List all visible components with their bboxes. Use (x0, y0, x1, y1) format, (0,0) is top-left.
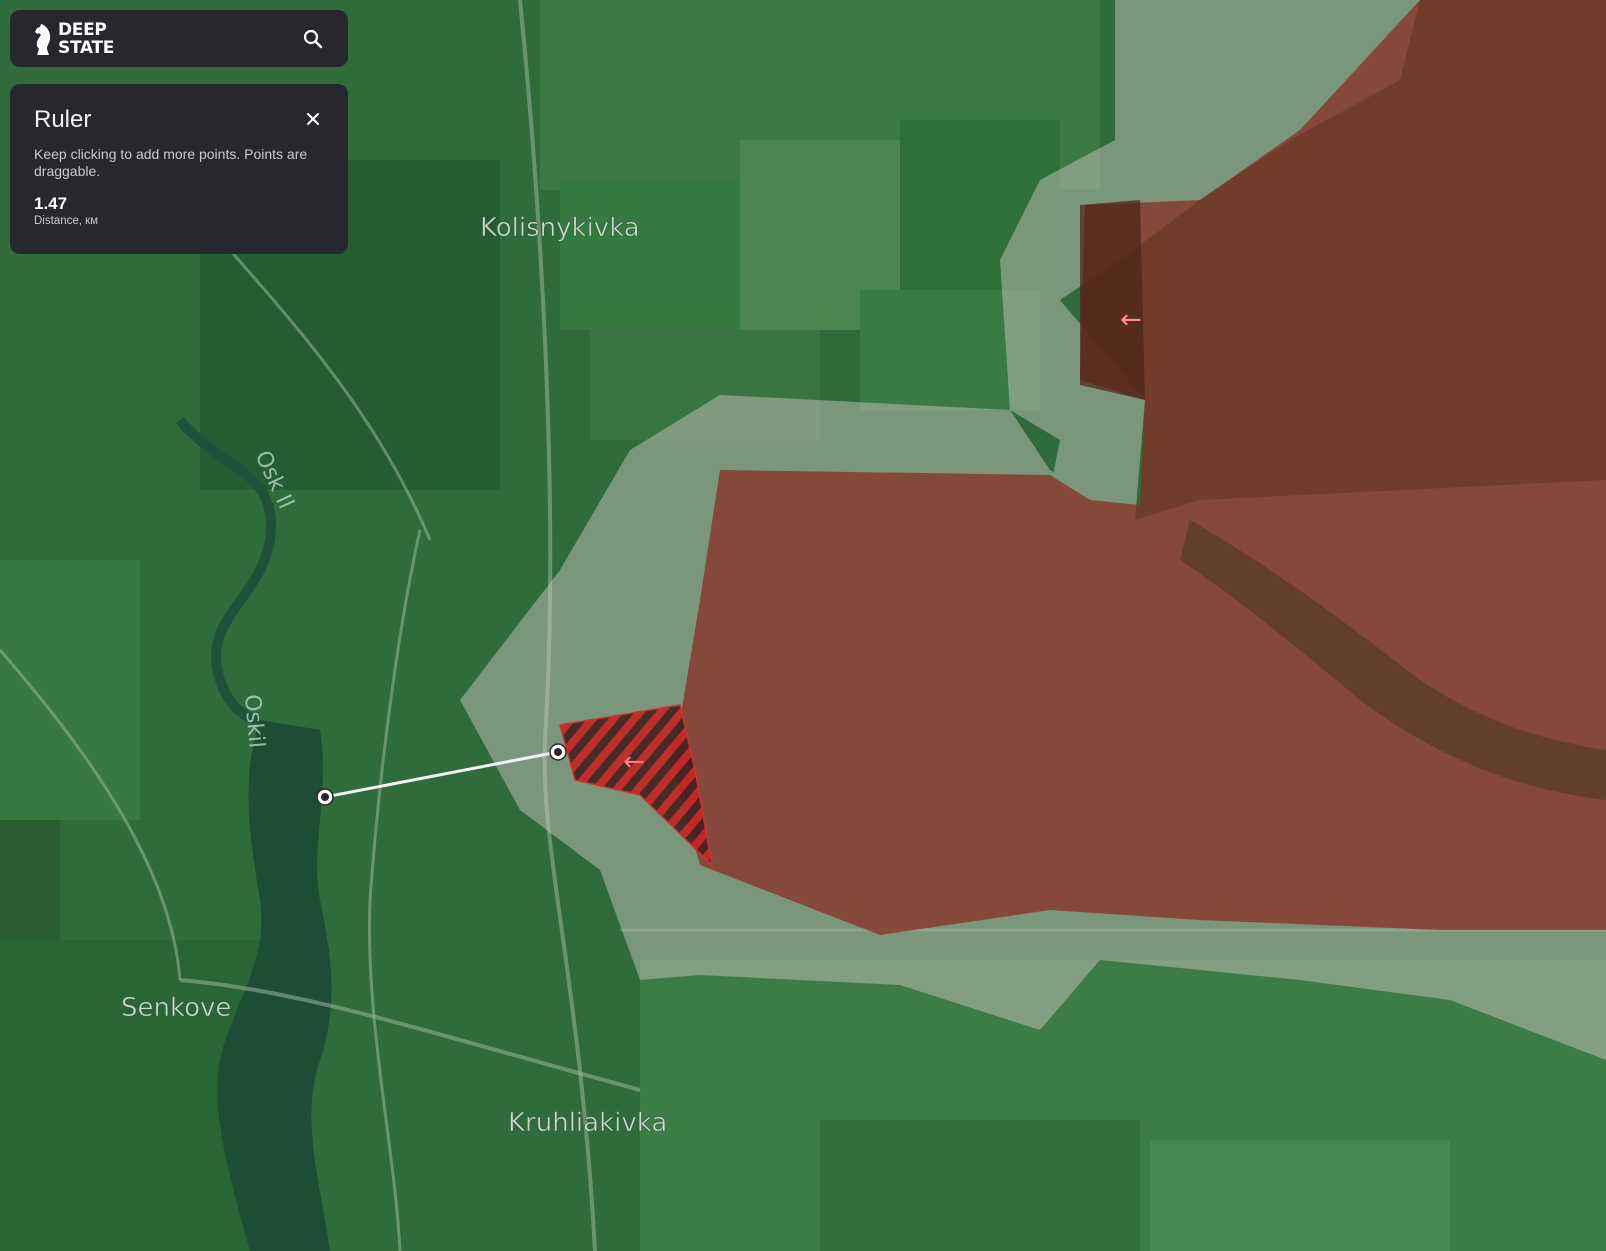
deepstate-logo[interactable]: DEEP STATE (32, 21, 114, 57)
top-bar: DEEP STATE (10, 10, 348, 67)
ruler-panel: Ruler Keep clicking to add more points. … (10, 84, 348, 254)
movement-arrow-icon: ← (623, 747, 645, 777)
ruler-point-end[interactable] (549, 743, 567, 761)
place-label-kolisnykivka: Kolisnykivka (480, 213, 640, 243)
movement-arrow-icon: ← (1120, 305, 1142, 335)
ruler-title: Ruler (34, 106, 92, 133)
close-icon (307, 113, 319, 125)
place-label-senkove: Senkove (121, 993, 231, 1023)
river-label-oskil: Oskil (239, 693, 269, 749)
occupied-area-strip (1080, 200, 1145, 400)
ruler-point-start[interactable] (316, 788, 334, 806)
search-button[interactable] (298, 24, 328, 54)
distance-value: 1.47 (34, 194, 68, 213)
close-button[interactable] (304, 110, 322, 128)
logo-line-2: STATE (58, 37, 115, 58)
ruler-hint: Keep clicking to add more points. Points… (34, 146, 308, 179)
place-label-kruhliakivka: Kruhliakivka (508, 1108, 667, 1138)
distance-label: Distance, км (34, 215, 99, 227)
logo-line-1: DEEP (58, 19, 107, 40)
knight-logo-icon (35, 23, 51, 55)
search-icon (303, 29, 323, 48)
